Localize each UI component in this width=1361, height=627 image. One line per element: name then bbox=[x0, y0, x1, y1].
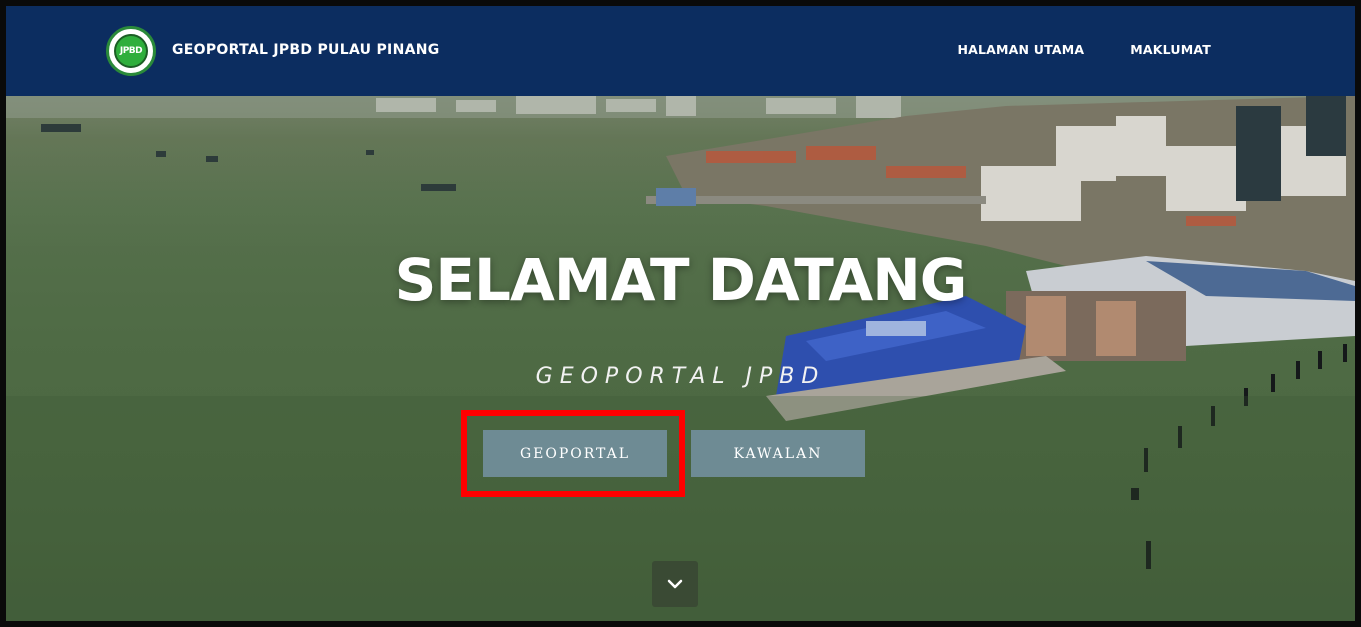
site-brand[interactable]: GEOPORTAL JPBD PULAU PINANG bbox=[172, 42, 440, 58]
nav-link-halaman-utama[interactable]: HALAMAN UTAMA bbox=[957, 42, 1084, 57]
logo-emblem: JPBD bbox=[114, 34, 148, 68]
navbar: JPBD GEOPORTAL JPBD PULAU PINANG HALAMAN… bbox=[6, 6, 1355, 96]
scroll-down-button[interactable] bbox=[652, 561, 698, 607]
hero-section: SELAMAT DATANG GEOPORTAL JPBD GEOPORTAL … bbox=[6, 96, 1355, 621]
jpbd-logo[interactable]: JPBD bbox=[106, 26, 156, 76]
nav-links: HALAMAN UTAMA MAKLUMAT bbox=[957, 42, 1211, 57]
geoportal-button[interactable]: GEOPORTAL bbox=[483, 430, 667, 477]
chevron-down-icon bbox=[667, 579, 683, 589]
kawalan-button[interactable]: KAWALAN bbox=[691, 430, 865, 477]
nav-link-maklumat[interactable]: MAKLUMAT bbox=[1130, 42, 1211, 57]
page-frame: JPBD GEOPORTAL JPBD PULAU PINANG HALAMAN… bbox=[0, 0, 1361, 627]
hero-title: SELAMAT DATANG bbox=[394, 246, 968, 314]
hero-subtitle: GEOPORTAL JPBD bbox=[535, 364, 826, 389]
hero-background-image bbox=[6, 96, 1355, 621]
